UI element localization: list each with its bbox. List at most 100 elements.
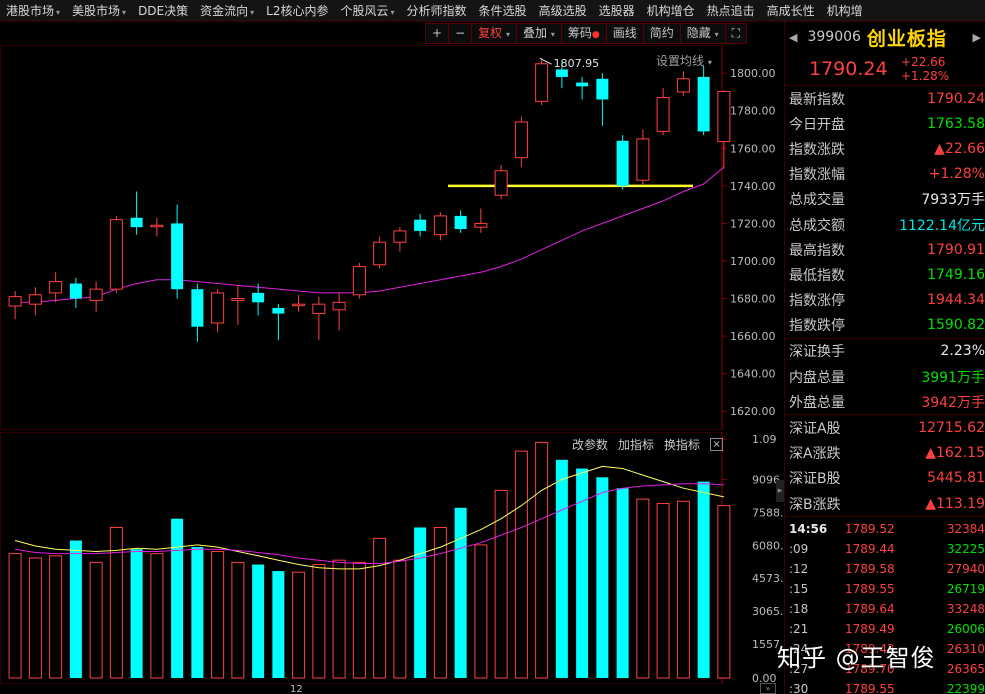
tick-row: :21 1789.49 26006 xyxy=(785,619,985,639)
stat-row: 深证换手 2.23% xyxy=(785,339,985,364)
stat-label: 今日开盘 xyxy=(789,116,845,133)
menu-item-2[interactable]: DDE决策 xyxy=(132,2,194,19)
tick-price: 1789.58 xyxy=(845,562,895,577)
volume-bar xyxy=(393,559,407,679)
candle-body xyxy=(332,301,346,311)
close-icon[interactable]: × xyxy=(710,438,724,451)
volume-y-tick-label: 6080.00 xyxy=(752,539,784,552)
menu-item-9[interactable]: 选股器 xyxy=(593,2,641,19)
candle-body xyxy=(474,222,488,228)
tick-time: :30 xyxy=(789,682,809,694)
volume-bar xyxy=(49,555,63,679)
fullscreen-icon[interactable]: ⛶ xyxy=(726,24,746,43)
menu-item-8[interactable]: 高级选股 xyxy=(533,2,593,19)
volume-bar xyxy=(433,526,447,679)
tick-time: :21 xyxy=(789,622,809,637)
tick-price: 1789.64 xyxy=(845,602,895,617)
simple-mode-button[interactable]: 简约 xyxy=(644,24,681,43)
volume-bar xyxy=(312,564,326,679)
stat-label: 总成交额 xyxy=(789,217,845,234)
stat-value: 1790.24 xyxy=(927,90,985,107)
volume-bar xyxy=(69,540,82,678)
candle-body xyxy=(8,296,22,307)
stat-value: ▲113.19 xyxy=(925,495,985,512)
next-arrow-icon[interactable]: ▶ xyxy=(973,31,981,44)
zoom-out-button[interactable]: − xyxy=(449,24,473,43)
menu-item-label: 高级选股 xyxy=(538,4,587,18)
panel-collapse-handle[interactable]: ▸ xyxy=(776,480,784,502)
stat-row: 内盘总量 3991万手 xyxy=(785,364,985,389)
volume-bar xyxy=(454,507,467,678)
chevron-down-icon: ▾ xyxy=(56,8,61,17)
stat-value: 1763.58 xyxy=(927,115,985,132)
menu-item-0[interactable]: 港股市场 ▾ xyxy=(0,2,66,19)
chevron-down-icon: ▾ xyxy=(250,8,255,17)
chips-button[interactable]: 筹码● xyxy=(562,24,607,43)
switch-indicator-button[interactable]: 换指标 xyxy=(664,436,700,453)
fuquan-label: 复权 xyxy=(478,26,503,40)
tick-volume: 22399 xyxy=(946,682,985,694)
volume-bar xyxy=(130,549,143,678)
volume-chart[interactable]: 1.099096.007588.006080.004573.003065.001… xyxy=(0,432,784,684)
tick-price: 1789.55 xyxy=(845,682,895,694)
stat-value: 3991万手 xyxy=(921,369,985,386)
stats-group-index: 最新指数 1790.24 今日开盘 1763.58 指数涨跌 ▲22.66 指数涨幅 +1.2… xyxy=(785,86,985,339)
draw-line-button[interactable]: 画线 xyxy=(607,24,644,43)
tick-volume: 33248 xyxy=(946,602,985,617)
menu-item-4[interactable]: L2核心内参 xyxy=(260,2,334,19)
y-tick-label: 1700.00 xyxy=(730,255,776,268)
stat-label: 最高指数 xyxy=(789,242,845,259)
change-params-button[interactable]: 改参数 xyxy=(572,436,608,453)
candle-body xyxy=(373,241,387,266)
stat-row: 深证B股 5445.81 xyxy=(785,466,985,491)
volume-bar xyxy=(89,561,103,679)
candle-body xyxy=(272,307,285,314)
tick-volume: 26006 xyxy=(946,622,985,637)
index-name: 创业板指 xyxy=(866,27,947,50)
volume-bar xyxy=(636,498,650,679)
tick-volume: 32225 xyxy=(946,542,985,557)
menu-item-label: L2核心内参 xyxy=(266,4,329,18)
volume-bar xyxy=(191,547,204,678)
menu-item-12[interactable]: 高成长性 xyxy=(761,2,821,19)
menu-item-label: 个股风云 xyxy=(340,4,389,18)
stat-value: 7933万手 xyxy=(921,192,985,209)
overlay-dropdown[interactable]: 叠加 ▾ xyxy=(517,24,562,43)
stat-value: 1122.14亿元 xyxy=(899,217,985,234)
price-change: +22.66 xyxy=(901,54,946,69)
stat-label: 指数涨幅 xyxy=(789,167,845,184)
tick-price: 1789.55 xyxy=(845,582,895,597)
volume-bar xyxy=(8,553,22,679)
candle-body xyxy=(433,215,447,236)
candle-body xyxy=(576,82,589,87)
zoom-in-button[interactable]: + xyxy=(426,24,450,43)
stat-row: 深证A股 12715.62 xyxy=(785,415,985,440)
menu-item-label: 机构增仓 xyxy=(646,4,695,18)
hide-dropdown[interactable]: 隐藏 ▾ xyxy=(681,24,726,43)
stat-value: ▲22.66 xyxy=(934,140,985,157)
menu-item-10[interactable]: 机构增仓 xyxy=(641,2,701,19)
chevron-down-icon: ▾ xyxy=(550,30,555,39)
menu-item-1[interactable]: 美股市场 ▾ xyxy=(66,2,132,19)
menu-item-13[interactable]: 机构增 xyxy=(821,2,869,19)
stat-value: 3942万手 xyxy=(921,394,985,411)
menu-item-11[interactable]: 热点追击 xyxy=(701,2,761,19)
scroll-right-icon[interactable]: » xyxy=(760,683,776,694)
fuquan-dropdown[interactable]: 复权 ▾ xyxy=(472,24,517,43)
menu-item-5[interactable]: 个股风云 ▾ xyxy=(335,2,401,19)
volume-bar xyxy=(231,561,245,679)
menu-item-3[interactable]: 资金流向 ▾ xyxy=(194,2,260,19)
candle-body xyxy=(717,91,731,143)
menu-item-6[interactable]: 分析师指数 xyxy=(401,2,473,19)
candle-body xyxy=(171,223,184,290)
add-indicator-button[interactable]: 加指标 xyxy=(618,436,654,453)
prev-arrow-icon[interactable]: ◀ xyxy=(789,31,797,44)
y-tick-label: 1740.00 xyxy=(730,180,776,193)
index-code: 399006 xyxy=(807,29,861,45)
menu-item-7[interactable]: 条件选股 xyxy=(473,2,533,19)
candle-body xyxy=(616,140,629,186)
stat-value: 1944.34 xyxy=(927,292,985,309)
tick-row: :30 1789.55 22399 xyxy=(785,679,985,694)
candlestick-chart[interactable]: 1800.00 1780.00 1760.00 1740.00 1720.00 1700.… xyxy=(0,45,784,430)
menu-item-label: 分析师指数 xyxy=(406,4,467,18)
